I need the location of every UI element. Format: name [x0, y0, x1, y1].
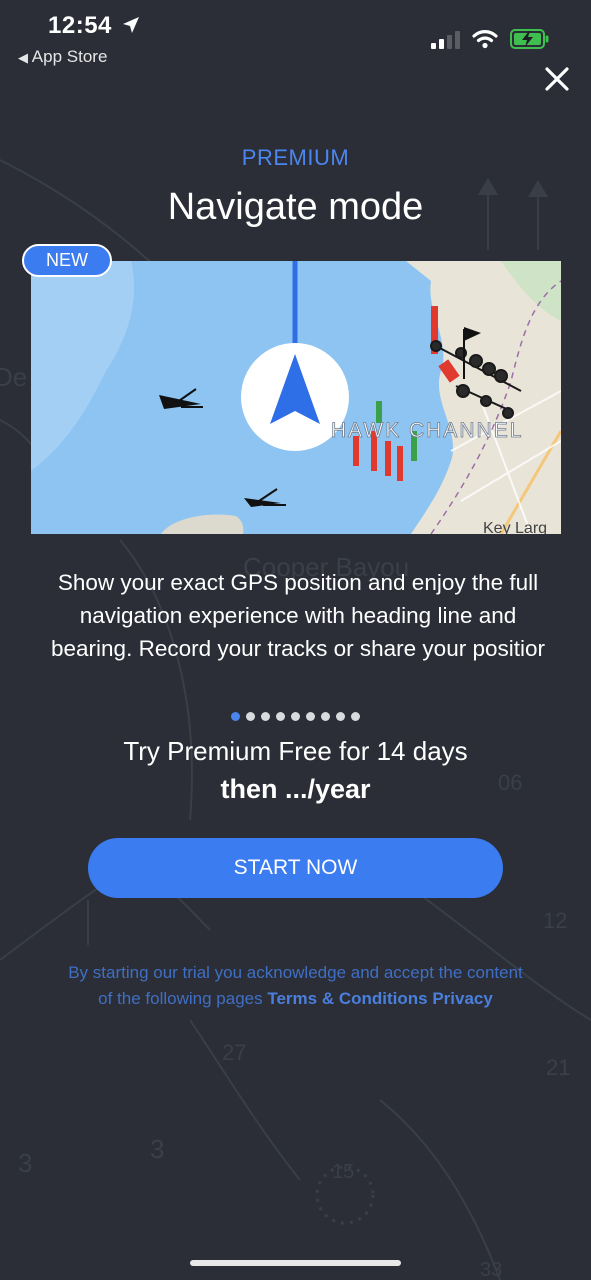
price-text: then .../year	[220, 774, 371, 804]
description-line-3: bearing. Record your tracks or share you…	[51, 636, 545, 661]
location-arrow-icon	[123, 17, 140, 33]
description-line-2: navigation experience with heading line …	[79, 603, 517, 628]
legal-line-1: By starting our trial you acknowledge an…	[68, 963, 523, 982]
description-line-1: Show your exact GPS position and enjoy t…	[57, 570, 539, 595]
bg-label-3a: 3	[18, 1148, 32, 1178]
page-dot[interactable]	[306, 712, 315, 721]
battery-charging-icon	[510, 29, 549, 49]
page-dot[interactable]	[276, 712, 285, 721]
status-time-text: 12:54	[48, 12, 112, 39]
feature-description: Show your exact GPS position and enjoy t…	[28, 566, 568, 665]
page-dot[interactable]	[231, 712, 240, 721]
new-badge: NEW	[22, 244, 112, 277]
legal-line-2: of the following pages Terms & Condition…	[40, 986, 551, 1012]
bg-label-3b: 3	[150, 1134, 164, 1164]
page-dot[interactable]	[246, 712, 255, 721]
bg-label-33: 33	[480, 1259, 502, 1280]
bg-label-15: 15	[332, 1161, 354, 1183]
cellular-signal-icon	[431, 31, 460, 49]
premium-eyebrow: PREMIUM	[241, 145, 350, 170]
status-time: 12:54	[48, 12, 141, 40]
map-preview-graphic: HAWK CHANNEL Key Larg	[31, 261, 561, 534]
bg-label-de: De	[0, 362, 27, 392]
page-dot[interactable]	[351, 712, 360, 721]
home-indicator[interactable]	[190, 1260, 401, 1266]
page-dot[interactable]	[336, 712, 345, 721]
page-dot[interactable]	[291, 712, 300, 721]
legal-line-2-prefix: of the following pages	[98, 989, 263, 1008]
wifi-icon	[472, 30, 498, 49]
map-place-label: Key Larg	[483, 520, 547, 534]
bg-label-27: 27	[222, 1040, 246, 1065]
legal-notice: By starting our trial you acknowledge an…	[40, 960, 551, 1012]
page-dot[interactable]	[321, 712, 330, 721]
back-app-label: App Store	[31, 47, 108, 66]
back-chevron-icon: ◀	[18, 50, 28, 65]
start-now-button[interactable]: START NOW	[88, 838, 503, 898]
bg-label-21: 21	[546, 1055, 570, 1080]
bg-label-12: 12	[543, 908, 567, 933]
trial-text: Try Premium Free for 14 days	[123, 736, 468, 766]
page-dot[interactable]	[261, 712, 270, 721]
feature-map-preview: HAWK CHANNEL Key Larg	[31, 261, 561, 534]
back-to-app-store[interactable]: ◀ App Store	[18, 47, 107, 67]
page-title: Navigate mode	[167, 186, 424, 228]
terms-conditions-link[interactable]: Terms & Conditions	[267, 989, 427, 1008]
privacy-link[interactable]: Privacy	[432, 989, 493, 1008]
close-icon[interactable]	[538, 60, 576, 98]
map-channel-label: HAWK CHANNEL	[331, 419, 523, 442]
page-indicator[interactable]	[0, 712, 591, 721]
